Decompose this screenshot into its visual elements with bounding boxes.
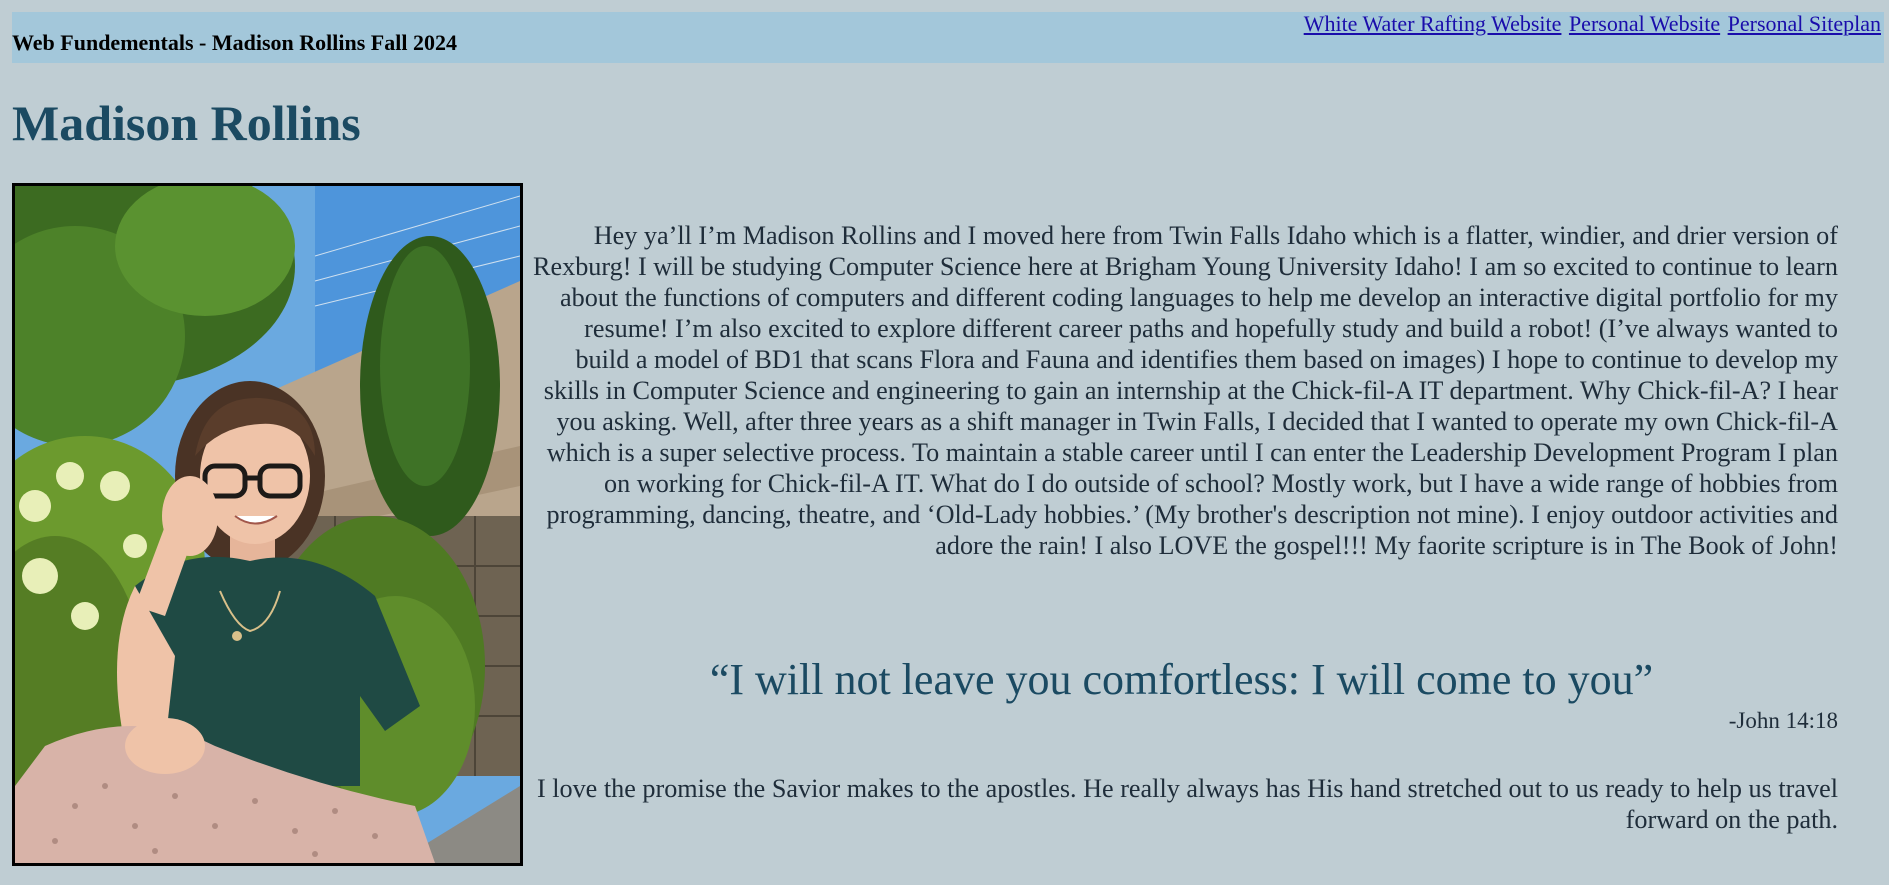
profile-photo — [12, 183, 523, 866]
scripture-quote: “I will not leave you comfortless: I wil… — [709, 655, 1654, 704]
bio-paragraph: Hey ya’ll I’m Madison Rollins and I move… — [533, 221, 1838, 560]
nav-link-personal-website[interactable]: Personal Website — [1569, 11, 1720, 36]
scripture-citation: -John 14:18 — [1728, 708, 1838, 733]
reflection-paragraph: I love the promise the Savior makes to t… — [536, 774, 1838, 834]
page-title: Madison Rollins — [12, 95, 361, 151]
profile-photo-illustration — [15, 186, 520, 863]
nav-link-personal-siteplan[interactable]: Personal Siteplan — [1728, 11, 1881, 36]
site-header: Web Fundementals - Madison Rollins Fall … — [12, 11, 1884, 63]
site-title: Web Fundementals - Madison Rollins Fall … — [12, 30, 457, 55]
nav-link-white-water-rafting[interactable]: White Water Rafting Website — [1304, 11, 1562, 36]
top-nav: White Water Rafting Website Personal Web… — [1304, 11, 1881, 37]
